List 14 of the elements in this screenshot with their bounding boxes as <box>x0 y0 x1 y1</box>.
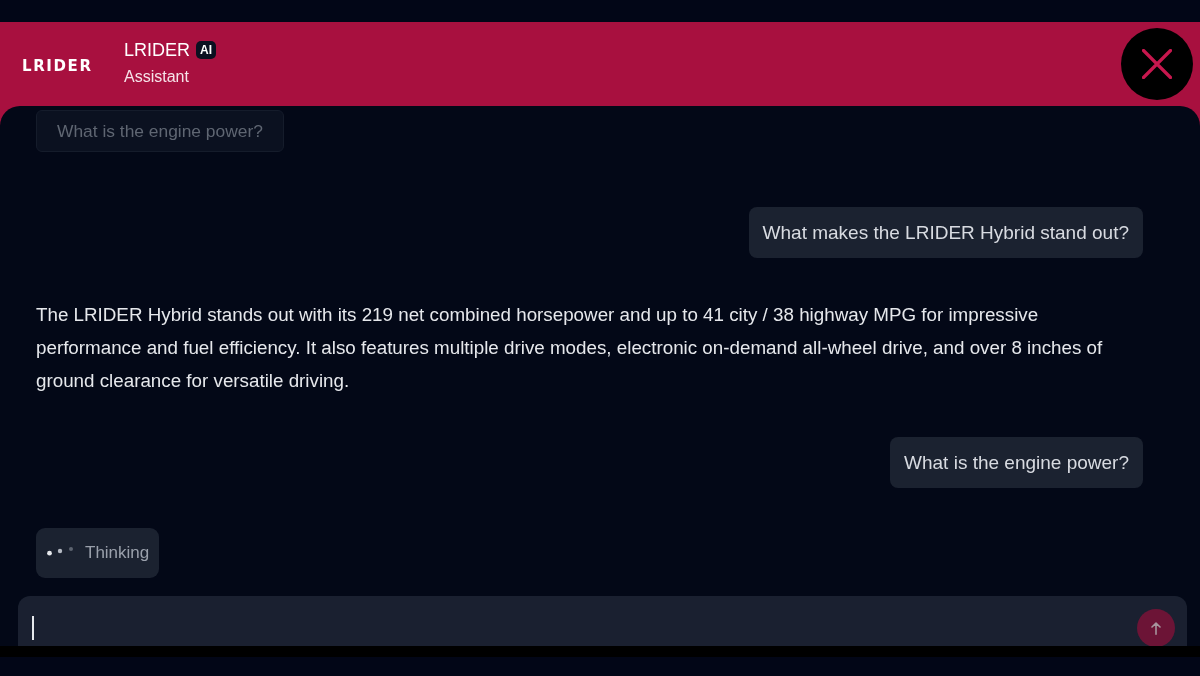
brand-logo: LRIDER <box>22 57 94 75</box>
assistant-title: LRIDER <box>124 38 190 61</box>
assistant-message: The LRIDER Hybrid stands out with its 219 net combined horsepower and up to 41 city / 38 highway MPG for impressive performance and fuel efficiency. It also features multiple drive modes, electronic on-demand all-wheel drive, and over 8 inches of ground clearance for versatile driving. <box>36 303 1104 393</box>
user-message: What makes the LRIDER Hybrid stand out? <box>748 207 1143 258</box>
message-input[interactable] <box>18 596 1187 646</box>
user-message: What is the engine power? <box>890 437 1143 488</box>
send-button[interactable] <box>1137 609 1175 646</box>
assistant-subtitle: Assistant <box>124 66 189 87</box>
typing-dots-icon <box>47 547 75 556</box>
arrow-up-icon <box>1151 621 1161 635</box>
suggestion-chip[interactable]: What is the engine power? <box>36 110 284 152</box>
typing-label: Thinking <box>85 543 150 563</box>
ai-badge: AI <box>196 40 216 59</box>
close-icon <box>1142 49 1172 79</box>
